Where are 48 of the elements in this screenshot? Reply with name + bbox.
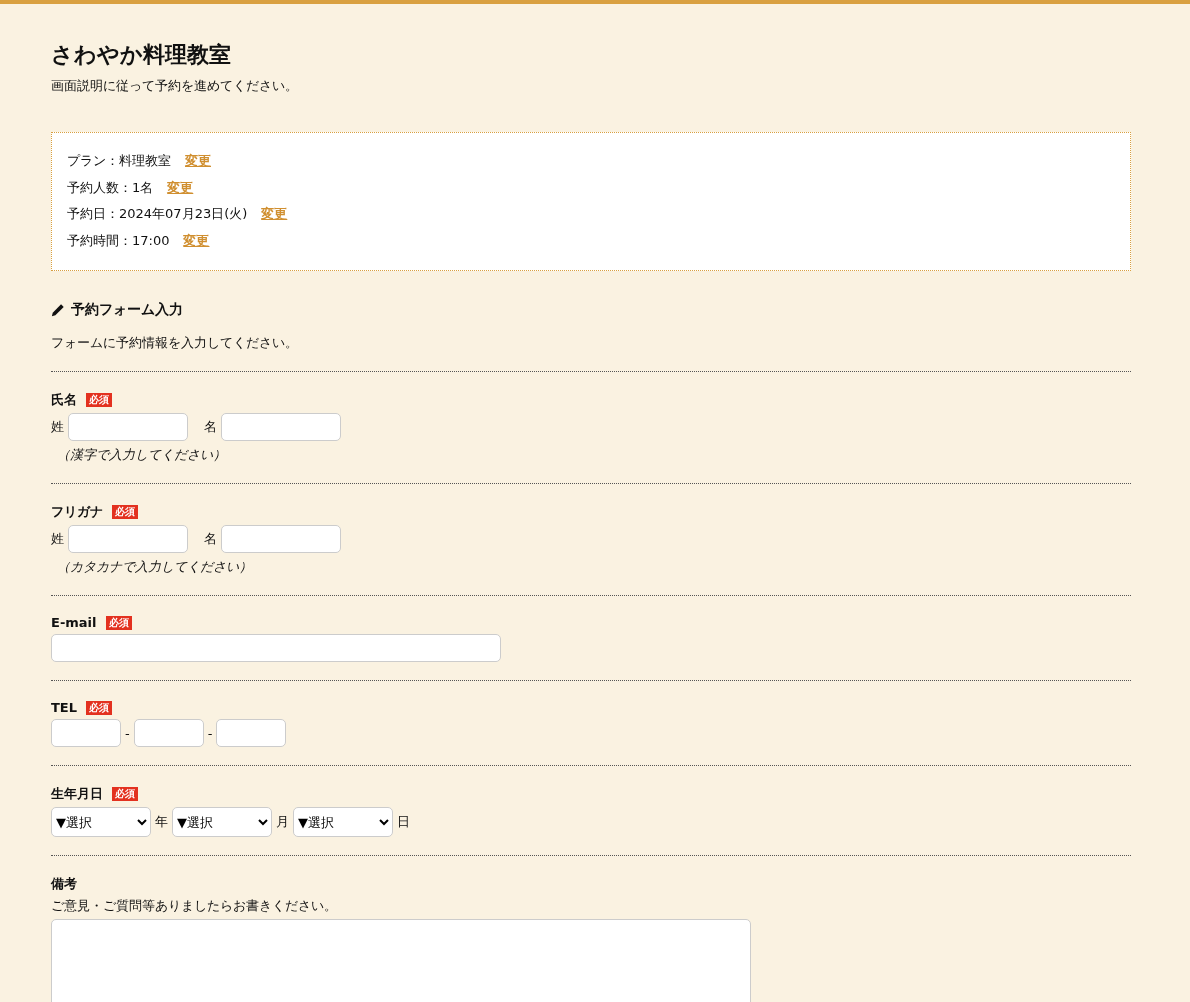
summary-text: 予約日：2024年07月23日(火) bbox=[67, 205, 248, 223]
separator-text: - bbox=[207, 725, 213, 741]
field-note: （漢字で入力してください） bbox=[56, 446, 227, 464]
input-field[interactable] bbox=[51, 719, 121, 747]
dropdown-select[interactable]: ▼選択 bbox=[172, 807, 272, 837]
field-prefix: 名 bbox=[204, 418, 217, 436]
section-description: フォームに予約情報を入力してください。 bbox=[51, 334, 299, 352]
change-link[interactable]: 変更 bbox=[183, 227, 210, 254]
input-field[interactable] bbox=[221, 413, 341, 441]
input-field[interactable] bbox=[133, 719, 204, 747]
page-description: 画面説明に従って予約を進めてください。 bbox=[51, 77, 299, 95]
field-prefix: 姓 bbox=[51, 418, 64, 436]
field-label: E-mail bbox=[51, 615, 97, 630]
field-prefix: 姓 bbox=[51, 530, 64, 548]
change-link[interactable]: 変更 bbox=[261, 201, 288, 228]
required-badge: 必須 bbox=[86, 700, 113, 715]
field-label: 生年月日 bbox=[51, 785, 103, 803]
required-badge: 必須 bbox=[112, 505, 138, 519]
section-title: 予約フォーム入力 bbox=[71, 301, 183, 319]
field-hint: ご意見・ご質問等ありましたらお書きください。 bbox=[51, 897, 338, 915]
change-link[interactable]: 変更 bbox=[167, 174, 194, 201]
summary-text: プラン：料理教室 bbox=[67, 152, 171, 170]
required-badge: 必須 bbox=[86, 393, 112, 407]
summary-text: 予約時間：17:00 bbox=[67, 231, 170, 250]
field-label: 氏名 bbox=[51, 391, 77, 409]
field-label: 備考 bbox=[51, 875, 77, 893]
change-link[interactable]: 変更 bbox=[185, 148, 211, 175]
input-field[interactable] bbox=[221, 525, 341, 553]
required-badge: 必須 bbox=[105, 615, 132, 630]
summary-text: 予約人数：1名 bbox=[67, 178, 154, 197]
field-label: フリガナ bbox=[51, 503, 103, 521]
unit-label: 日 bbox=[397, 813, 410, 831]
field-note: （カタカナで入力してください） bbox=[56, 558, 253, 576]
unit-label: 月 bbox=[276, 813, 289, 831]
dropdown-select[interactable]: ▼選択 bbox=[293, 807, 393, 837]
field-label: TEL bbox=[51, 700, 78, 715]
separator-text: - bbox=[125, 725, 130, 741]
input-field[interactable] bbox=[68, 525, 188, 553]
field-prefix: 名 bbox=[204, 530, 217, 548]
unit-label: 年 bbox=[155, 813, 168, 831]
pencil-icon bbox=[51, 303, 65, 317]
input-field[interactable] bbox=[51, 634, 501, 662]
required-badge: 必須 bbox=[112, 787, 138, 801]
text-area[interactable] bbox=[51, 919, 751, 1002]
input-field[interactable] bbox=[68, 413, 188, 441]
input-field[interactable] bbox=[216, 719, 287, 747]
dropdown-select[interactable]: ▼選択 bbox=[51, 807, 151, 837]
page-title: さわやか料理教室 bbox=[51, 41, 232, 69]
